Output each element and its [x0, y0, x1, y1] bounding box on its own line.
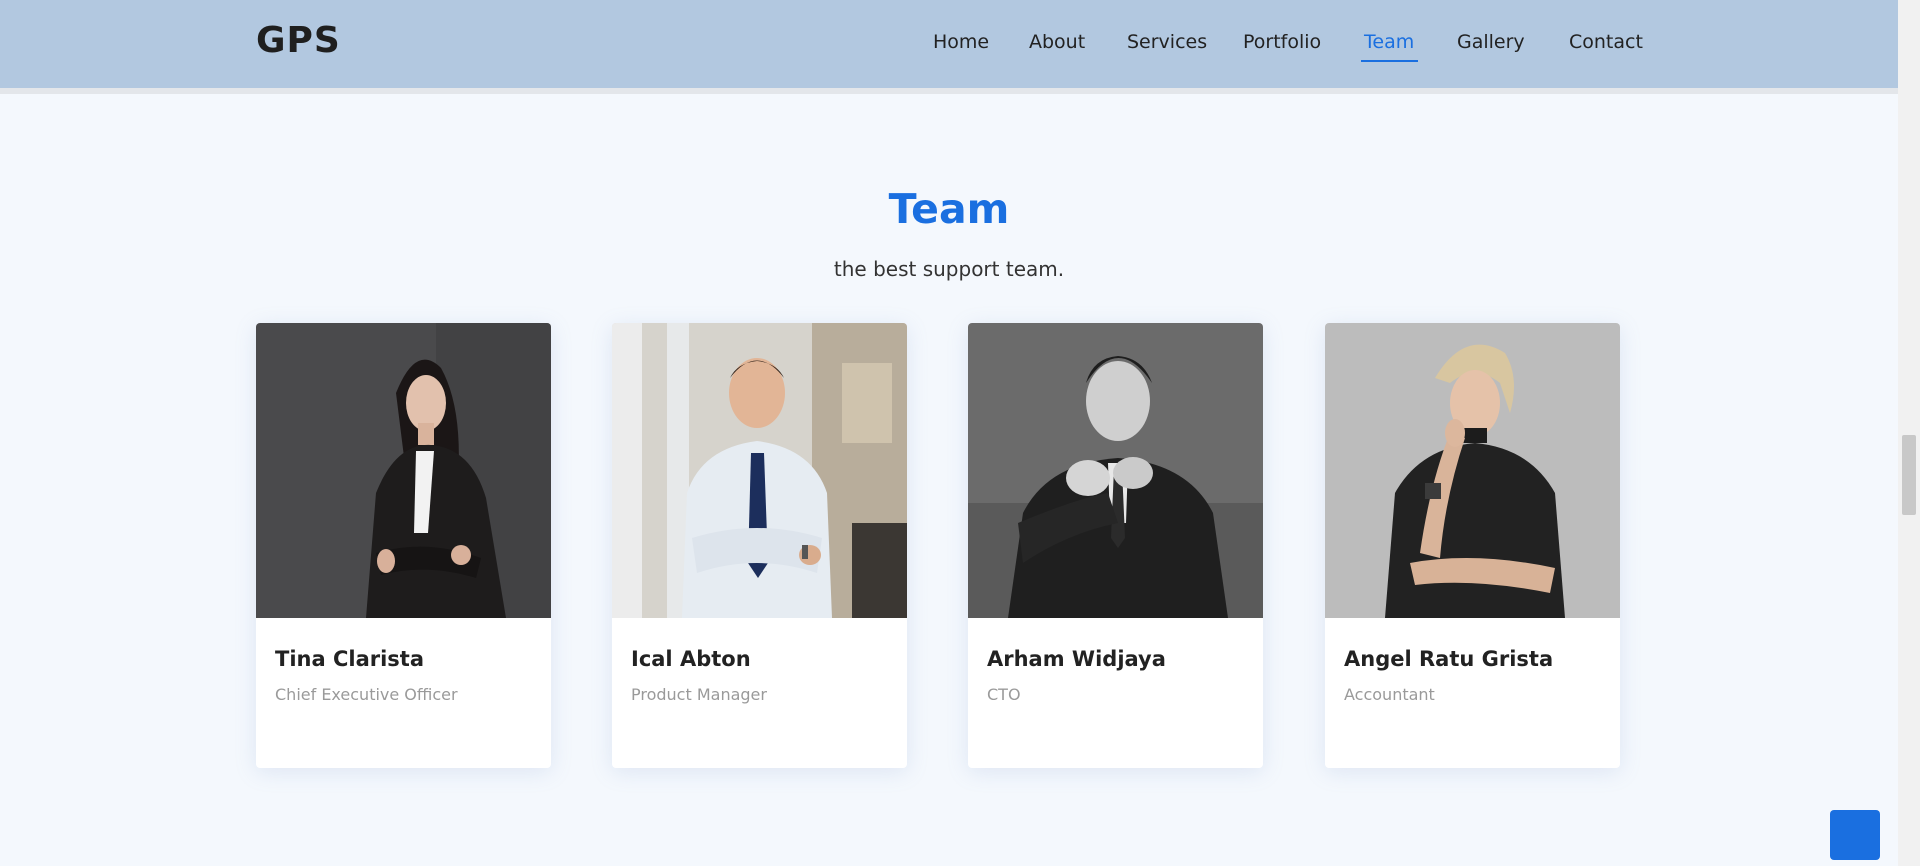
team-card[interactable]: Arham Widjaya CTO: [968, 323, 1263, 768]
member-name: Angel Ratu Grista: [1344, 647, 1554, 671]
section-title: Team: [888, 185, 1010, 233]
team-card[interactable]: Angel Ratu Grista Accountant: [1325, 323, 1620, 768]
member-role: Accountant: [1344, 685, 1435, 704]
member-role: CTO: [987, 685, 1021, 704]
member-name: Tina Clarista: [275, 647, 424, 671]
nav-home[interactable]: Home: [933, 31, 989, 53]
member-name: Ical Abton: [631, 647, 751, 671]
page: GPS Home About Services Portfolio Team G…: [0, 0, 1920, 866]
nav-team[interactable]: Team: [1364, 31, 1414, 53]
site-logo[interactable]: GPS: [256, 20, 341, 61]
member-role: Chief Executive Officer: [275, 685, 458, 704]
nav-active-underline: [1361, 60, 1418, 62]
man-portrait-photo: [968, 323, 1263, 618]
nav-about[interactable]: About: [1029, 31, 1085, 53]
nav-gallery[interactable]: Gallery: [1457, 31, 1525, 53]
member-name: Arham Widjaya: [987, 647, 1166, 671]
back-to-top-button[interactable]: [1830, 810, 1880, 860]
team-card[interactable]: Tina Clarista Chief Executive Officer: [256, 323, 551, 768]
man-portrait-photo: [612, 323, 907, 618]
woman-portrait-photo: [256, 323, 551, 618]
nav-portfolio[interactable]: Portfolio: [1243, 31, 1321, 53]
woman-portrait-photo: [1325, 323, 1620, 618]
nav-services[interactable]: Services: [1127, 31, 1207, 53]
site-header: GPS Home About Services Portfolio Team G…: [0, 0, 1898, 88]
scrollbar-track[interactable]: [1898, 0, 1920, 866]
section-subtitle: the best support team.: [833, 257, 1065, 281]
nav-contact[interactable]: Contact: [1569, 31, 1643, 53]
team-card[interactable]: Ical Abton Product Manager: [612, 323, 907, 768]
member-role: Product Manager: [631, 685, 767, 704]
scrollbar-thumb[interactable]: [1902, 435, 1916, 515]
